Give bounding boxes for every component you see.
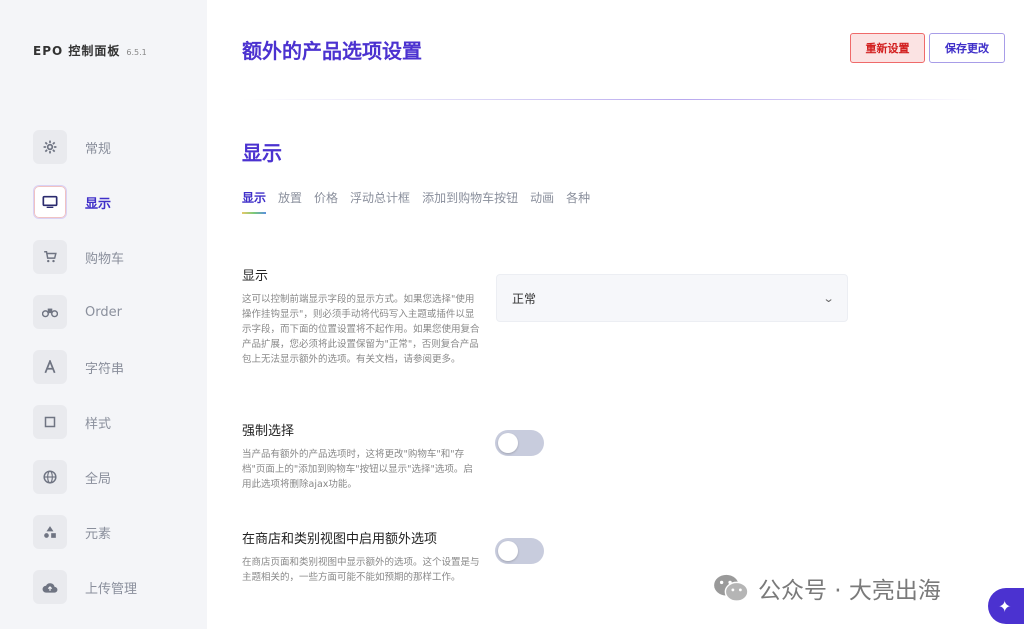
sidebar-item-label: 购物车: [85, 251, 125, 267]
wechat-icon: [714, 574, 749, 602]
sidebar: EPO 控制面板 6.5.1 常规 显示 购物车 Order 字符串 样式 全局…: [0, 0, 207, 629]
watermark-text: 公众号 · 大亮出海: [758, 578, 941, 604]
sidebar-item-cart[interactable]: 购物车: [33, 239, 193, 275]
sidebar-item-order[interactable]: Order: [33, 294, 193, 330]
setting-force-select: 强制选择 当产品有额外的产品选项时，这将更改"购物车"和"存档"页面上的"添加到…: [242, 420, 482, 492]
page-title: 额外的产品选项设置: [242, 39, 422, 63]
setting-title: 在商店和类别视图中启用额外选项: [242, 532, 438, 547]
setting-title: 强制选择: [242, 424, 295, 439]
setting-description: 在商店页面和类别视图中显示额外的选项。这个设置是与主题相关的，一些方面可能不能如…: [242, 557, 480, 583]
square-icon: [33, 405, 67, 439]
reset-button[interactable]: 重新设置: [850, 33, 925, 63]
sparkle-icon: ✦: [998, 596, 1012, 616]
help-fab-button[interactable]: ✦: [988, 588, 1024, 624]
toggle-knob: [498, 541, 518, 561]
tab-floating-total[interactable]: 浮动总计框: [350, 189, 410, 214]
header-divider: [242, 99, 978, 100]
tab-placement[interactable]: 放置: [278, 189, 302, 214]
order-icon: [33, 295, 67, 329]
font-icon: [33, 350, 67, 384]
setting-description: 当产品有额外的产品选项时，这将更改"购物车"和"存档"页面上的"添加到购物车"按…: [242, 449, 473, 490]
sidebar-item-upload-manager[interactable]: 上传管理: [33, 569, 193, 605]
toggle-knob: [498, 433, 518, 453]
sidebar-item-strings[interactable]: 字符串: [33, 349, 193, 385]
sidebar-item-label: 字符串: [85, 361, 125, 377]
force-select-toggle[interactable]: [495, 430, 544, 456]
sidebar-item-styles[interactable]: 样式: [33, 404, 193, 440]
brand-name: EPO 控制面板: [33, 44, 121, 58]
watermark: 公众号 · 大亮出海: [712, 571, 941, 605]
gear-icon: [33, 130, 67, 164]
section-title: 显示: [242, 141, 282, 165]
cloud-upload-icon: [33, 570, 67, 604]
setting-description: 这可以控制前端显示字段的显示方式。如果您选择"使用操作挂钩显示"，则必须手动将代…: [242, 294, 480, 365]
sidebar-item-label: Order: [85, 304, 122, 320]
tab-misc[interactable]: 各种: [566, 189, 590, 214]
sidebar-item-label: 上传管理: [85, 581, 138, 597]
save-button[interactable]: 保存更改: [929, 33, 1005, 63]
shapes-icon: [33, 515, 67, 549]
sidebar-item-elements[interactable]: 元素: [33, 514, 193, 550]
cart-icon: [33, 240, 67, 274]
sidebar-item-general[interactable]: 常规: [33, 129, 193, 165]
globe-icon: [33, 460, 67, 494]
sidebar-item-label: 显示: [85, 196, 112, 212]
select-value: 正常: [512, 291, 537, 306]
sidebar-item-label: 常规: [85, 141, 112, 157]
sidebar-item-label: 元素: [85, 526, 112, 542]
display-mode-select[interactable]: 正常 ⌄: [496, 274, 848, 322]
tab-animation[interactable]: 动画: [530, 189, 554, 214]
sidebar-item-label: 全局: [85, 471, 112, 487]
brand-version: 6.5.1: [126, 48, 147, 57]
tab-bar: 显示 放置 价格 浮动总计框 添加到购物车按钮 动画 各种: [242, 189, 590, 214]
tab-display[interactable]: 显示: [242, 189, 267, 214]
tab-price[interactable]: 价格: [314, 189, 338, 214]
setting-display: 显示 这可以控制前端显示字段的显示方式。如果您选择"使用操作挂钩显示"，则必须手…: [242, 265, 482, 367]
brand: EPO 控制面板 6.5.1: [33, 42, 147, 59]
sidebar-item-label: 样式: [85, 416, 112, 432]
sidebar-item-global[interactable]: 全局: [33, 459, 193, 495]
shop-view-toggle[interactable]: [495, 538, 544, 564]
setting-shop-view: 在商店和类别视图中启用额外选项 在商店页面和类别视图中显示额外的选项。这个设置是…: [242, 528, 482, 585]
chevron-down-icon: ⌄: [822, 291, 835, 305]
setting-title: 显示: [242, 269, 269, 284]
tab-add-to-cart-button[interactable]: 添加到购物车按钮: [422, 189, 518, 214]
sidebar-item-display[interactable]: 显示: [33, 184, 193, 220]
monitor-icon: [33, 185, 67, 219]
